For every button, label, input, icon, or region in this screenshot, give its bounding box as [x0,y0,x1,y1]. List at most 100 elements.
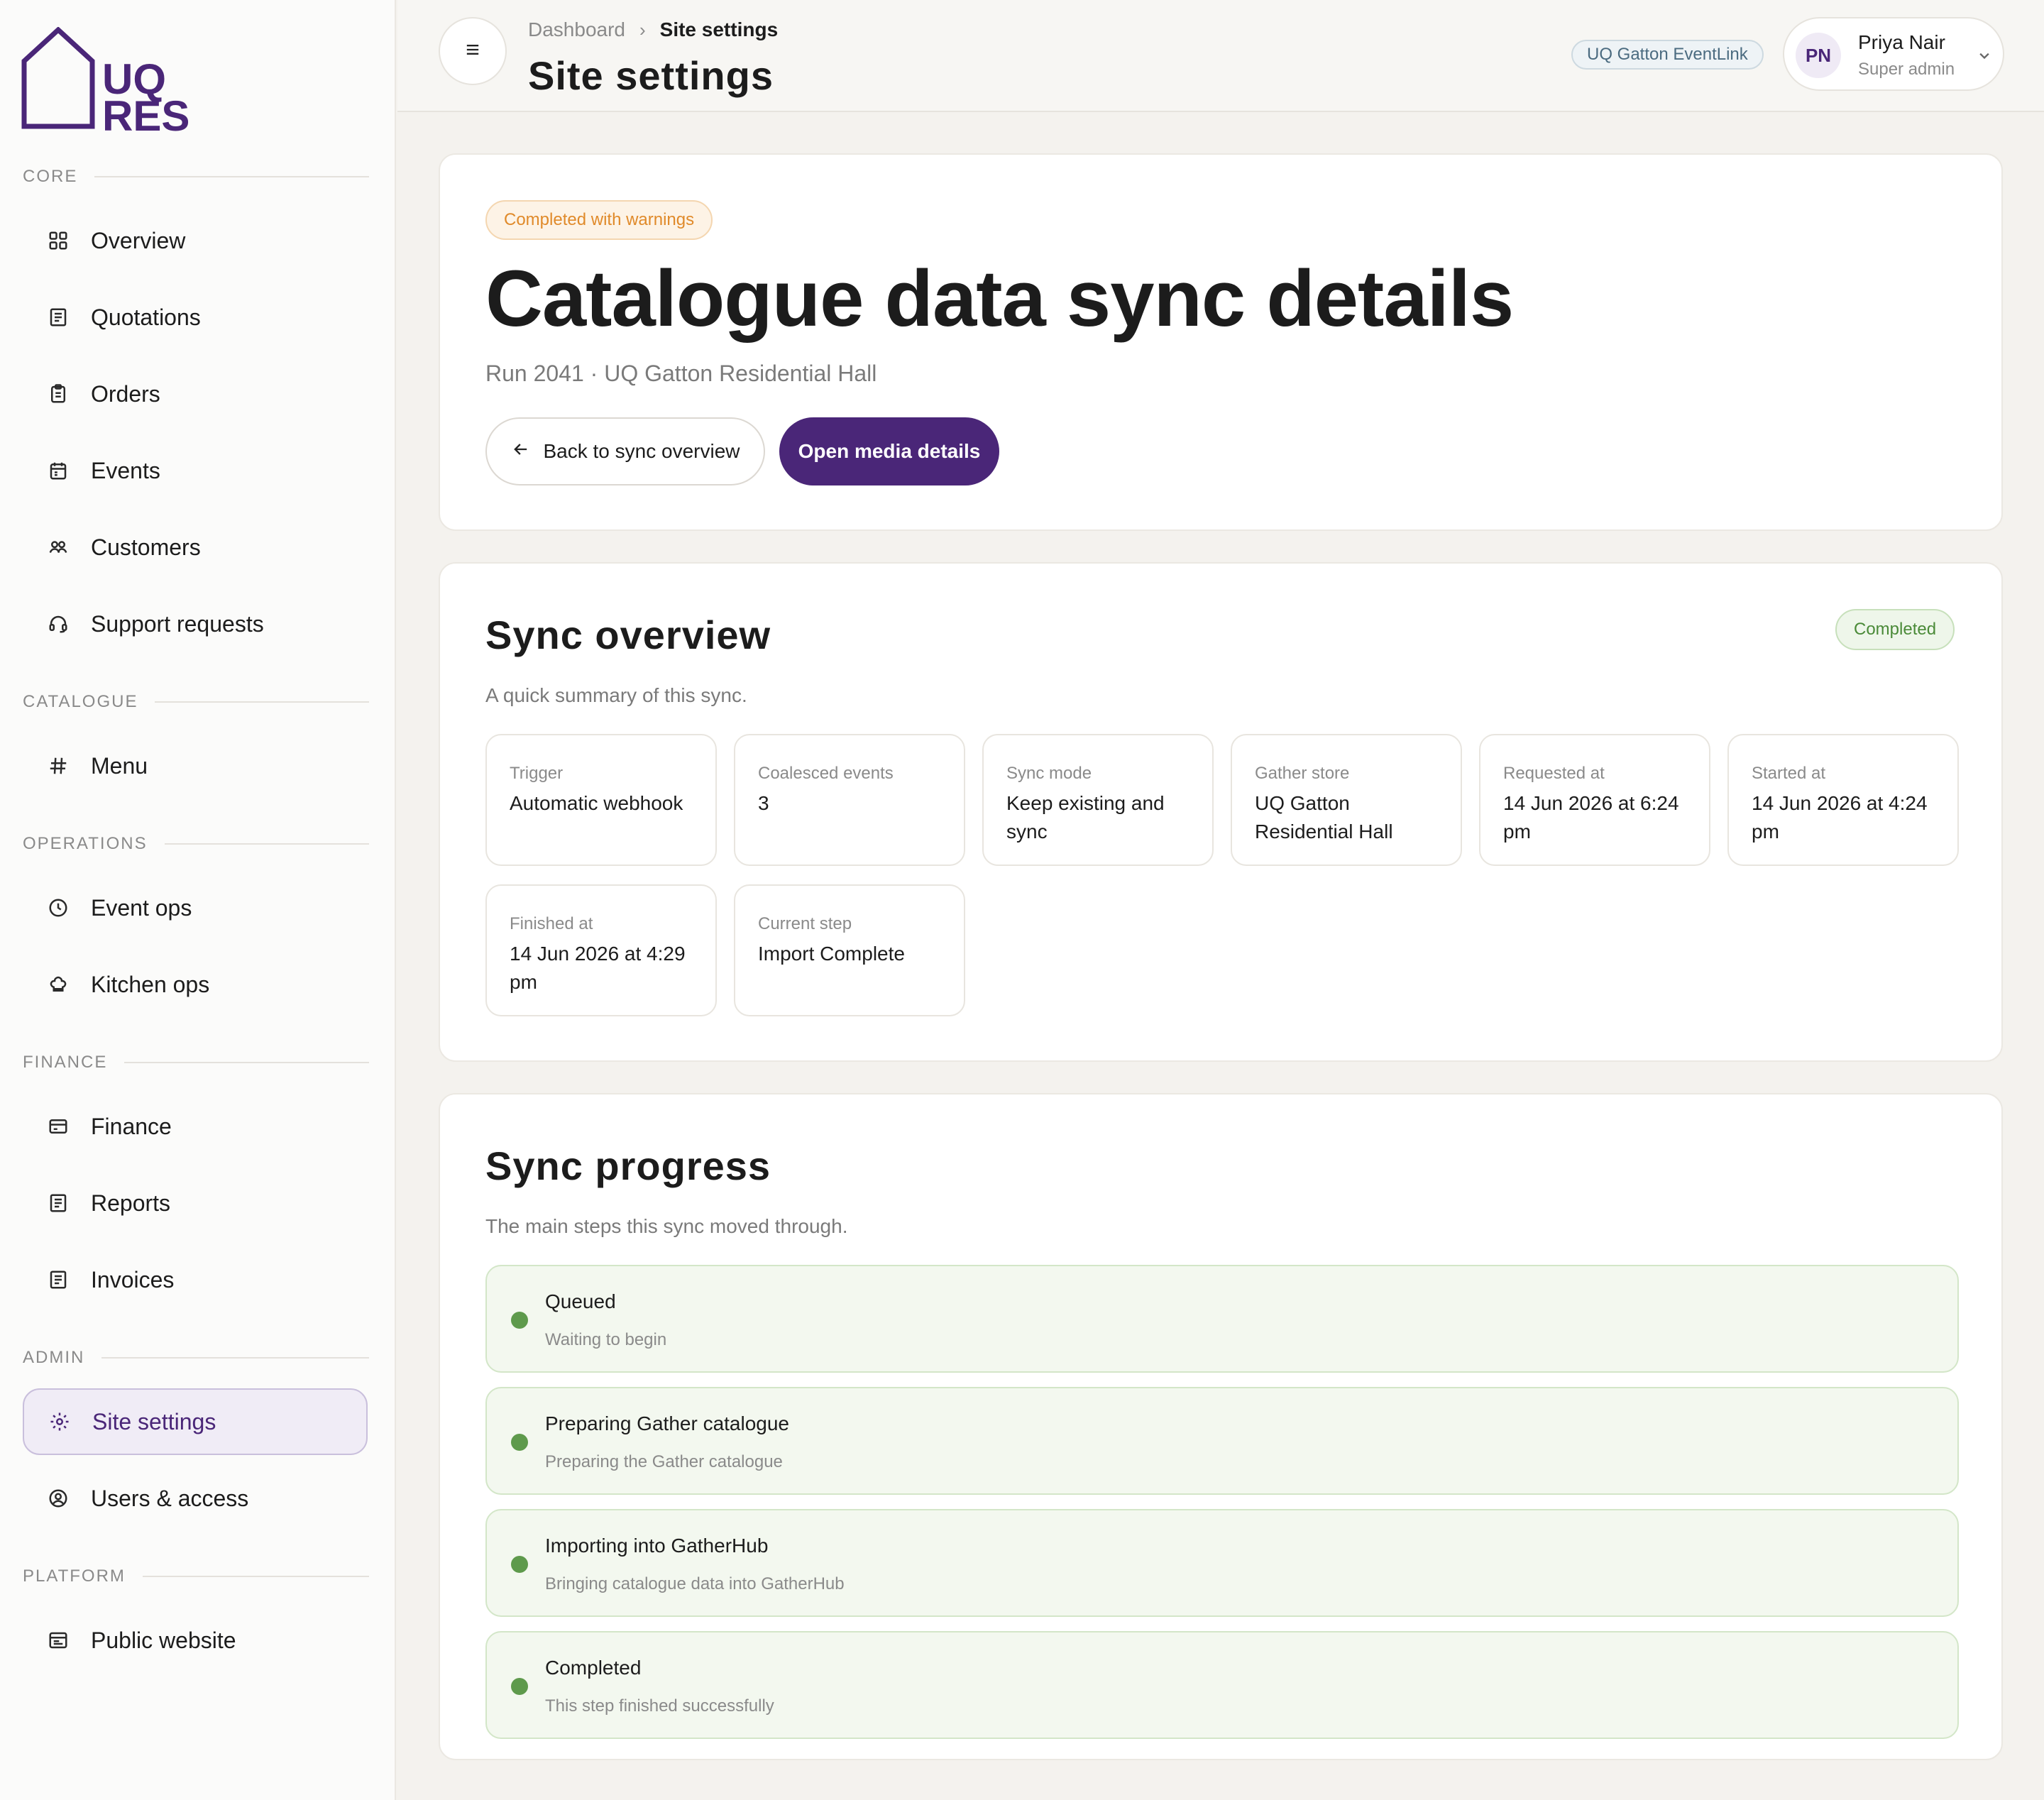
clipboard-icon [45,381,71,407]
sidebar-item-label: Quotations [91,304,201,330]
sidebar-item-label: Invoices [91,1266,175,1293]
step-title: Completed [545,1657,642,1679]
clock-icon [45,895,71,921]
sidebar-item-customers[interactable]: Customers [23,514,368,581]
sidebar-item-event-ops[interactable]: Event ops [23,874,368,941]
sidebar-item-support-requests[interactable]: Support requests [23,591,368,657]
stat-value: Import Complete [758,943,905,965]
status-badge-warning: Completed with warnings [485,200,713,240]
stat-label: Started at [1752,764,1826,783]
stat-label: Gather store [1255,764,1350,783]
stat-value: 14 Jun 2026 at 6:24 pm [1503,792,1679,843]
stat-label: Finished at [510,914,593,933]
sidebar-item-public-website[interactable]: Public website [23,1607,368,1674]
svg-text:RES: RES [102,92,189,133]
stat-trigger: Trigger Automatic webhook [485,734,717,866]
section-title: Sync progress [485,1143,771,1188]
sidebar-item-orders[interactable]: Orders [23,361,368,427]
sidebar-item-label: Overview [91,227,186,253]
step-title: Importing into GatherHub [545,1535,769,1557]
sidebar-item-menu[interactable]: Menu [23,732,368,799]
gear-icon [47,1409,72,1434]
sidebar-item-reports[interactable]: Reports [23,1170,368,1236]
section-label-finance: FINANCE [23,1052,369,1073]
section-label-admin: ADMIN [23,1347,369,1368]
stat-value: Automatic webhook [510,792,683,814]
breadcrumb-current: Site settings [659,18,779,40]
breadcrumb: Dashboard › Site settings [528,18,778,41]
chevron-right-icon: › [639,18,646,40]
stat-value: 3 [758,792,769,814]
browser-icon [45,1628,71,1653]
back-to-sync-overview-button[interactable]: Back to sync overview [485,417,765,485]
sidebar-item-invoices[interactable]: Invoices [23,1246,368,1313]
calendar-icon [45,458,71,483]
sidebar-item-label: Support requests [91,610,264,637]
chevron-down-icon [1974,45,1994,65]
step-status-dot [511,1556,528,1573]
page-title: Site settings [528,53,774,98]
sync-details-header-card: Completed with warnings Catalogue data s… [439,153,2003,531]
sidebar-item-label: Orders [91,380,160,407]
step-title: Queued [545,1290,616,1312]
step-description: Preparing the Gather catalogue [545,1452,783,1471]
sidebar-item-label: Public website [91,1627,236,1653]
user-name: Priya Nair [1858,31,1945,53]
breadcrumb-dashboard[interactable]: Dashboard [528,18,625,41]
section-label-operations: OPERATIONS [23,833,369,855]
sidebar-item-label: Events [91,457,160,483]
progress-step: Completed This step finished successfull… [485,1631,1959,1739]
open-media-details-button[interactable]: Open media details [779,417,999,485]
step-title: Preparing Gather catalogue [545,1412,789,1434]
document-icon [45,1190,71,1216]
stat-label: Requested at [1503,764,1605,783]
stat-sync-mode: Sync mode Keep existing and sync [982,734,1214,866]
sidebar-item-label: Menu [91,752,148,779]
sidebar-item-users-access[interactable]: Users & access [23,1465,368,1532]
arrow-left-icon [511,439,531,464]
sidebar-item-site-settings[interactable]: Site settings [23,1388,368,1455]
site-badge: UQ Gatton EventLink [1571,40,1764,70]
stat-label: Trigger [510,764,564,783]
stat-current-step: Current step Import Complete [734,884,965,1016]
stat-coalesced-events: Coalesced events 3 [734,734,965,866]
sync-details-title: Catalogue data sync details [485,254,1514,343]
section-title: Sync overview [485,613,771,657]
stat-gather-store: Gather store UQ Gatton Residential Hall [1231,734,1462,866]
document-icon [45,1267,71,1293]
sidebar-item-label: Reports [91,1190,171,1216]
uq-res-logo[interactable]: UQ RES [21,26,199,140]
sidebar-item-quotations[interactable]: Quotations [23,284,368,351]
step-status-dot [511,1678,528,1695]
back-button-label: Back to sync overview [543,440,740,462]
sidebar-item-overview[interactable]: Overview [23,207,368,274]
user-circle-icon [45,1486,71,1511]
topbar: Dashboard › Site settings Site settings … [397,0,2044,112]
section-label-platform: PLATFORM [23,1566,369,1587]
stat-label: Sync mode [1006,764,1092,783]
section-label-catalogue: CATALOGUE [23,691,369,713]
stat-label: Current step [758,914,852,933]
sidebar-item-label: Kitchen ops [91,971,210,997]
step-description: This step finished successfully [545,1696,774,1716]
step-status-dot [511,1434,528,1451]
avatar: PN [1796,33,1841,78]
section-subtitle: A quick summary of this sync. [485,684,747,706]
card-icon [45,1114,71,1139]
menu-toggle-button[interactable] [439,17,507,85]
status-badge-completed: Completed [1835,609,1955,650]
sidebar-item-kitchen-ops[interactable]: Kitchen ops [23,951,368,1018]
sidebar-item-label: Customers [91,534,201,560]
user-menu[interactable]: PN Priya Nair Super admin [1783,17,2004,91]
sidebar: UQ RES CORE Overview Quotations Orders E… [0,0,396,1800]
hamburger-icon [463,40,483,63]
progress-step: Queued Waiting to begin [485,1265,1959,1373]
step-status-dot [511,1312,528,1329]
sidebar-item-events[interactable]: Events [23,437,368,504]
section-subtitle: The main steps this sync moved through. [485,1215,848,1237]
sidebar-item-finance[interactable]: Finance [23,1093,368,1160]
stat-value: 14 Jun 2026 at 4:24 pm [1752,792,1928,843]
stat-finished-at: Finished at 14 Jun 2026 at 4:29 pm [485,884,717,1016]
section-label-core: CORE [23,166,369,187]
sidebar-item-label: Event ops [91,894,192,921]
